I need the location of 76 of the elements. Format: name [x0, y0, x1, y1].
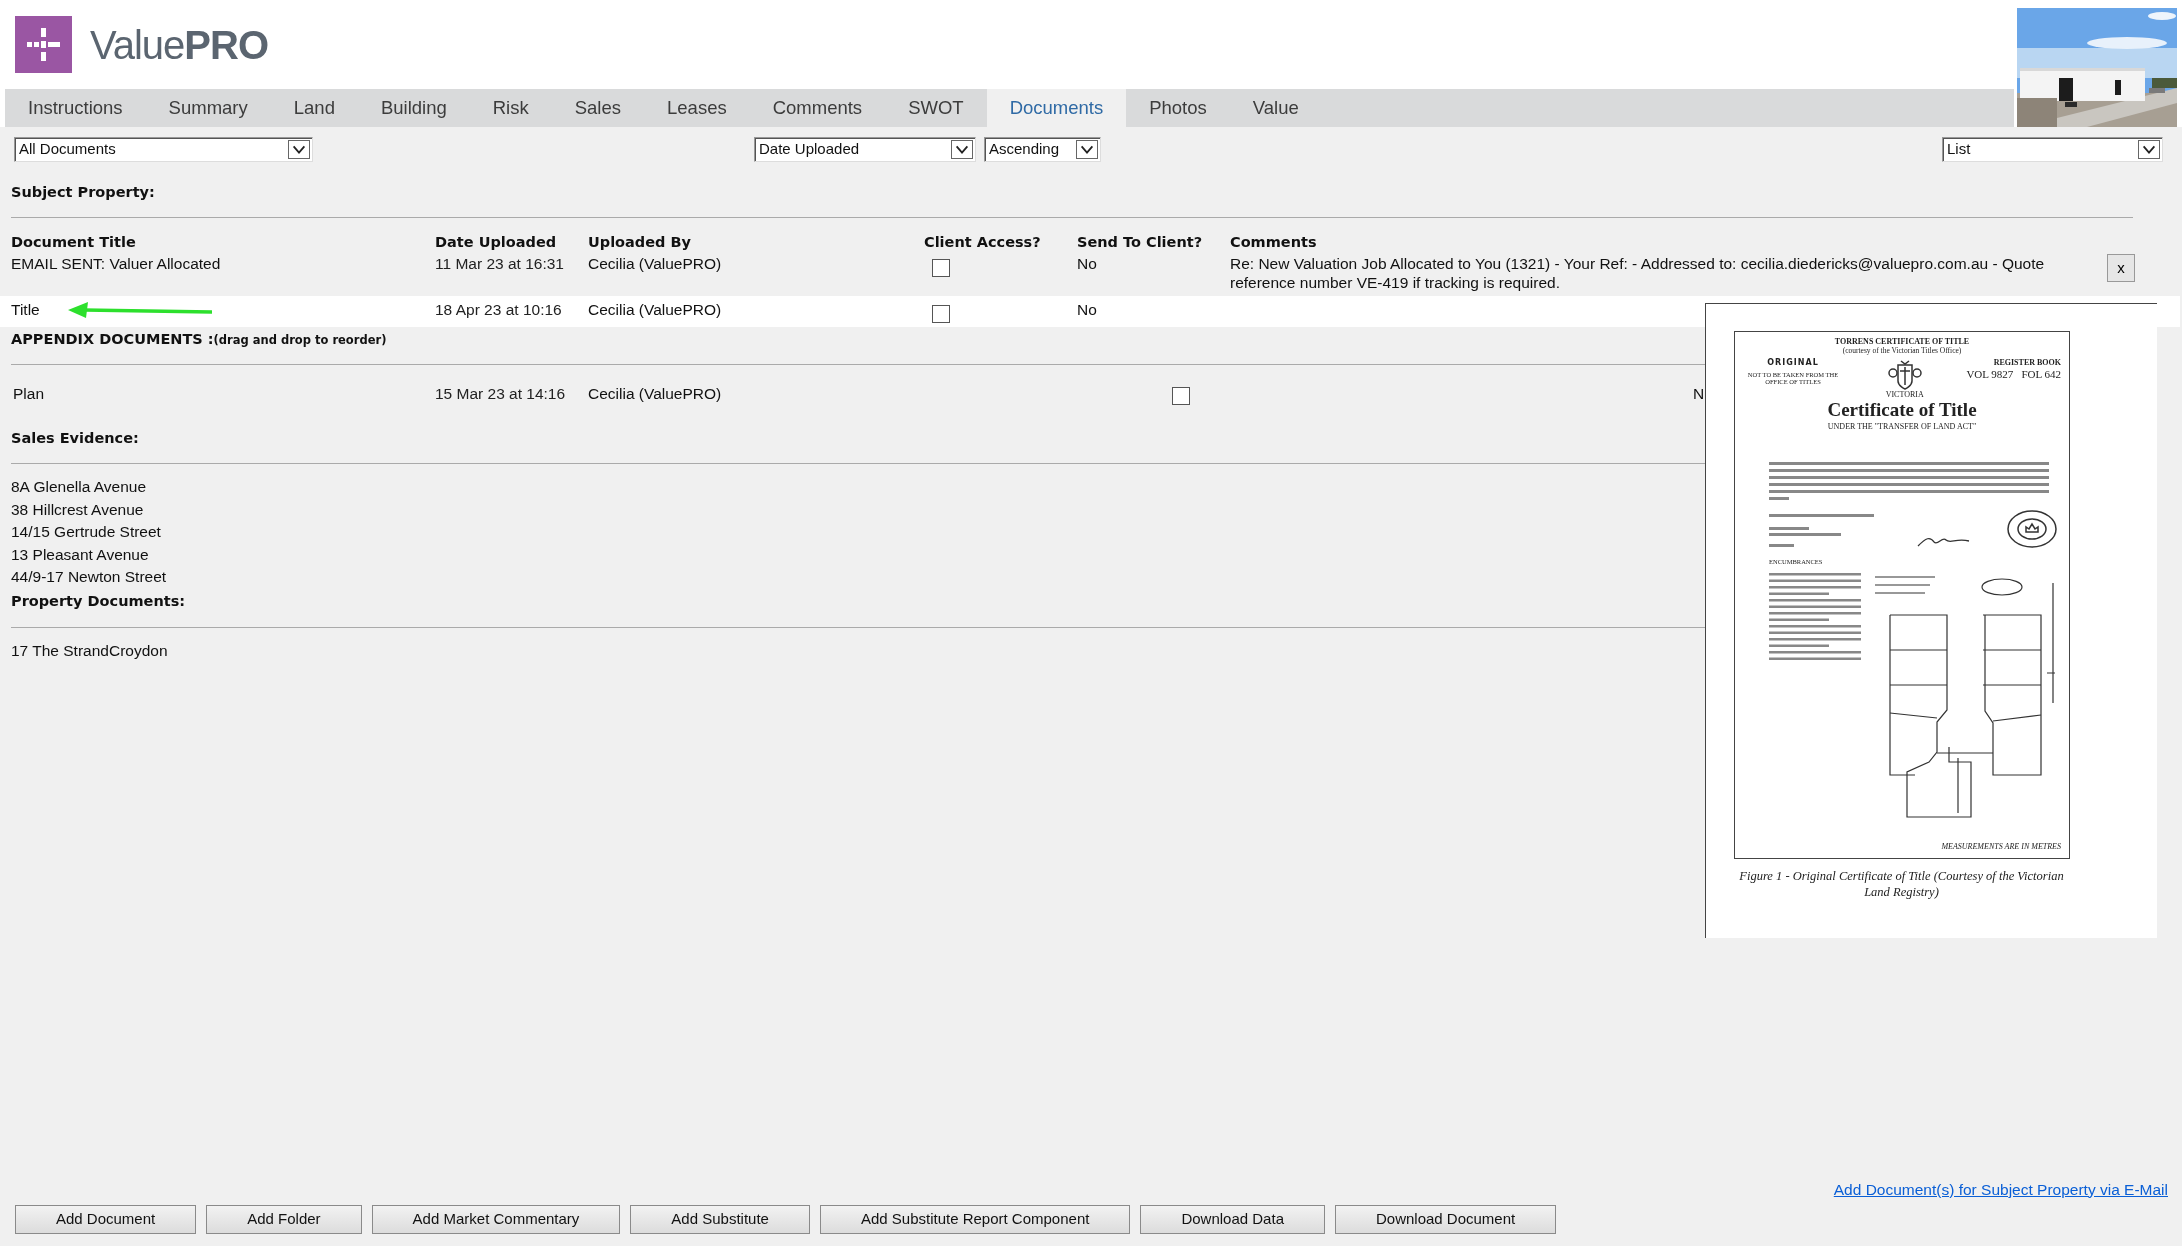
tab[interactable]: Value [1229, 89, 1322, 127]
tab[interactable]: Risk [469, 89, 552, 127]
tab[interactable]: Sales [551, 89, 644, 127]
sales-evidence-item[interactable]: 13 Pleasant Avenue [11, 543, 149, 567]
action-button[interactable]: Download Document [1334, 1205, 1557, 1234]
caret-icon [1076, 140, 1098, 159]
section-heading: Subject Property: [11, 183, 156, 202]
send-to-client: No [1077, 253, 1098, 273]
reorder-hint: (drag and drop to reorder) [213, 331, 387, 349]
action-button[interactable]: Add Substitute Report Component [819, 1205, 1131, 1234]
order-dropdown[interactable]: Ascending [984, 137, 1101, 162]
sales-evidence-item[interactable]: 44/9-17 Newton Street [11, 566, 167, 589]
column-header: Uploaded By [588, 232, 692, 252]
logo-icon [15, 16, 72, 73]
column-header: Document Title [11, 232, 137, 252]
document-filter-dropdown[interactable]: All Documents [14, 137, 313, 162]
caret-icon [288, 140, 310, 159]
caret-icon [2138, 140, 2160, 159]
section-heading: Property Documents: [11, 591, 187, 611]
tab[interactable]: Photos [1126, 89, 1230, 127]
sales-evidence-item[interactable]: 8A Glenella Avenue [11, 476, 147, 499]
tab[interactable]: Comments [749, 89, 886, 127]
date-uploaded: 11 Mar 23 at 16:31 [435, 253, 565, 273]
action-button[interactable]: Add Folder [206, 1205, 362, 1234]
tab[interactable]: Instructions [5, 89, 146, 127]
view-dropdown[interactable]: List [1942, 137, 2163, 162]
tab[interactable]: Documents [986, 89, 1127, 127]
send-to-client: No [1077, 299, 1098, 319]
stamp-text: ORIGINAL [1766, 359, 1820, 368]
date-uploaded: 18 Apr 23 at 10:16 [435, 299, 563, 319]
document-heading: TORRENS CERTIFICATE OF TITLE [1833, 338, 1971, 347]
volume-number: VOL 9827 [1966, 367, 2014, 380]
sales-evidence-item[interactable]: 14/15 Gertrude Street [11, 521, 161, 544]
document-title[interactable]: EMAIL SENT: Valuer Allocated [11, 253, 221, 273]
column-header: Client Access? [924, 232, 1042, 252]
caret-icon [951, 140, 973, 159]
tab[interactable]: Building [357, 89, 470, 127]
measurement-note: MEASUREMENTS ARE IN METRES [1940, 843, 2061, 852]
uploaded-by: Cecilia (ValuePRO) [588, 384, 723, 405]
tab[interactable]: Land [270, 89, 358, 127]
email-upload-link[interactable]: Add Document(s) for Subject Property via E-Mail [1833, 1177, 2168, 1201]
checkbox[interactable] [932, 304, 950, 323]
tab[interactable]: Summary [145, 89, 271, 127]
register-text: REGISTER BOOK [1993, 359, 2061, 368]
seal-icon [2007, 509, 2057, 548]
state-text: VICTORIA [1885, 391, 1924, 400]
checkbox[interactable] [932, 258, 950, 277]
act-text: UNDER THE "TRANSFER OF LAND ACT" [1826, 422, 1978, 432]
uploaded-by: Cecilia (ValuePRO) [588, 253, 723, 273]
uploaded-by: Cecilia (ValuePRO) [588, 299, 723, 319]
tab[interactable]: Leases [644, 89, 750, 127]
sort-by-dropdown[interactable]: Date Uploaded [754, 137, 976, 162]
folio-number: FOL 642 [2021, 367, 2061, 380]
date-uploaded: 15 Mar 23 at 14:16 [435, 384, 567, 405]
figure-caption: Figure 1 - Original Certificate of Title (Courtesy of the Victorian Land Registry) [1738, 869, 2065, 901]
column-header: Date Uploaded [435, 232, 558, 252]
document-title[interactable]: Title [11, 300, 40, 319]
column-header: Send To Client? [1077, 232, 1204, 252]
tab[interactable]: SWOT [885, 89, 987, 127]
action-button[interactable]: Add Document [15, 1205, 197, 1234]
crest-icon [1887, 359, 1922, 392]
action-button[interactable]: Add Market Commentary [371, 1205, 621, 1234]
section-heading: APPENDIX DOCUMENTS : [11, 329, 214, 349]
action-button[interactable]: Download Data [1140, 1205, 1325, 1234]
action-button[interactable]: Add Substitute [630, 1205, 810, 1234]
sales-evidence-item[interactable]: 38 Hillcrest Avenue [11, 498, 144, 522]
document-title[interactable]: Plan [11, 382, 435, 406]
property-document-item[interactable]: 17 The StrandCroydon [11, 639, 168, 662]
column-header: Comments [1230, 232, 1318, 252]
send-to-client: N [1693, 384, 1705, 405]
checkbox[interactable] [1172, 387, 1190, 406]
section-heading: Sales Evidence: [11, 428, 140, 448]
remove-button[interactable]: x [2107, 253, 2135, 282]
certificate-title: Certificate of Title [1826, 399, 1978, 421]
comment-text: Re: New Valuation Job Allocated to You (1321) - Your Ref: - Addressed to: cecilia.diedericks@valuepro.com.au - Quote reference number VE-419 if tracking is required. [1230, 254, 2045, 291]
logo-text: ValuePRO [90, 21, 269, 69]
